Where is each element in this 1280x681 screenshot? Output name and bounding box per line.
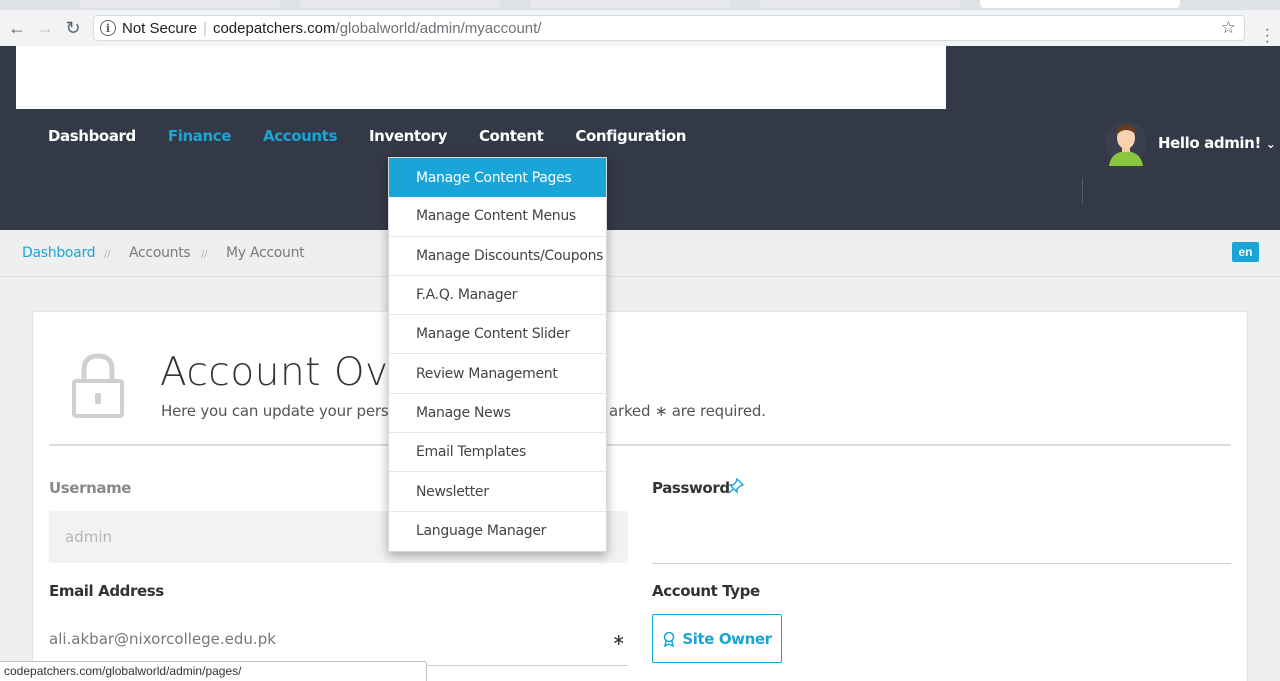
url-domain: codepatchers.com bbox=[212, 19, 336, 37]
menu-item-email-templates[interactable]: Email Templates bbox=[389, 433, 606, 473]
award-icon bbox=[664, 631, 675, 647]
menu-item-language-manager[interactable]: Language Manager bbox=[389, 512, 606, 551]
account-type-button[interactable]: Site Owner bbox=[652, 614, 782, 663]
language-badge[interactable]: en bbox=[1232, 242, 1259, 262]
header-divider bbox=[1082, 178, 1083, 204]
browser-tab[interactable] bbox=[300, 0, 500, 8]
menu-item-manage-content-pages[interactable]: Manage Content Pages bbox=[389, 158, 606, 198]
breadcrumb-separator: // bbox=[201, 249, 208, 260]
breadcrumb-accounts[interactable]: Accounts bbox=[129, 245, 191, 261]
user-menu[interactable]: Hello admin! ⌄ bbox=[1158, 134, 1276, 152]
browser-tab[interactable] bbox=[80, 0, 280, 8]
address-bar[interactable]: i Not Secure | codepatchers.com/globalwo… bbox=[93, 15, 1245, 41]
email-label: Email Address bbox=[49, 582, 164, 600]
account-type-value: Site Owner bbox=[682, 629, 772, 648]
breadcrumb-my-account: My Account bbox=[226, 245, 305, 261]
breadcrumb-dashboard[interactable]: Dashboard bbox=[22, 245, 96, 261]
url-separator: | bbox=[203, 19, 207, 37]
browser-toolbar: ← → ↻ i Not Secure | codepatchers.com/gl… bbox=[0, 10, 1280, 50]
username-label: Username bbox=[49, 479, 132, 497]
menu-item-newsletter[interactable]: Newsletter bbox=[389, 472, 606, 512]
back-icon[interactable]: ← bbox=[6, 17, 28, 39]
breadcrumb: Dashboard // Accounts // My Account en bbox=[0, 230, 1280, 277]
page-subtitle-left: Here you can update your perso bbox=[161, 402, 398, 420]
account-type-label: Account Type bbox=[652, 582, 760, 600]
divider bbox=[49, 444, 1231, 446]
menu-item-manage-discounts[interactable]: Manage Discounts/Coupons bbox=[389, 237, 606, 276]
user-greeting: Hello admin! bbox=[1158, 134, 1261, 152]
menu-item-manage-content-slider[interactable]: Manage Content Slider bbox=[389, 315, 606, 355]
required-mark: ∗ bbox=[612, 632, 626, 649]
content-dropdown-menu: Manage Content Pages Manage Content Menu… bbox=[388, 157, 607, 552]
forward-icon[interactable]: → bbox=[34, 17, 56, 39]
menu-item-manage-content-menus[interactable]: Manage Content Menus bbox=[389, 197, 606, 237]
browser-tab-active[interactable] bbox=[980, 0, 1180, 8]
nav-content[interactable]: Content bbox=[479, 127, 544, 145]
nav-configuration[interactable]: Configuration bbox=[575, 127, 686, 145]
email-field[interactable]: ali.akbar@nixorcollege.edu.pk bbox=[49, 617, 628, 666]
nav-inventory[interactable]: Inventory bbox=[369, 127, 447, 145]
url-path: /globalworld/admin/myaccount/ bbox=[335, 19, 542, 37]
avatar[interactable] bbox=[1105, 118, 1147, 166]
menu-item-manage-news[interactable]: Manage News bbox=[389, 394, 606, 434]
menu-item-review-management[interactable]: Review Management bbox=[389, 354, 606, 394]
nav-dashboard[interactable]: Dashboard bbox=[48, 127, 136, 145]
pin-icon[interactable] bbox=[727, 477, 745, 495]
menu-item-faq-manager[interactable]: F.A.Q. Manager bbox=[389, 276, 606, 316]
chevron-down-icon: ⌄ bbox=[1265, 137, 1276, 151]
password-field[interactable] bbox=[652, 511, 1231, 564]
status-bar-url: codepatchers.com/globalworld/admin/pages… bbox=[0, 661, 427, 681]
browser-tab[interactable] bbox=[530, 0, 730, 8]
browser-menu-icon[interactable]: · · · bbox=[1265, 22, 1270, 50]
password-label: Password bbox=[652, 479, 730, 497]
admin-header: Dashboard Finance Accounts Inventory Con… bbox=[0, 46, 1280, 230]
breadcrumb-separator: // bbox=[104, 249, 111, 260]
browser-tab[interactable] bbox=[760, 0, 960, 8]
reload-icon[interactable]: ↻ bbox=[62, 17, 84, 39]
main-nav: Dashboard Finance Accounts Inventory Con… bbox=[48, 127, 718, 145]
page-subtitle-right: arked ∗ are required. bbox=[609, 402, 766, 420]
info-icon[interactable]: i bbox=[100, 20, 116, 36]
nav-finance[interactable]: Finance bbox=[168, 127, 232, 145]
lock-icon bbox=[72, 353, 124, 418]
tab-strip bbox=[0, 0, 1280, 10]
bookmark-star-icon[interactable]: ☆ bbox=[1221, 18, 1236, 38]
logo-banner bbox=[16, 46, 946, 109]
nav-accounts[interactable]: Accounts bbox=[263, 127, 337, 145]
security-label: Not Secure bbox=[122, 19, 198, 37]
